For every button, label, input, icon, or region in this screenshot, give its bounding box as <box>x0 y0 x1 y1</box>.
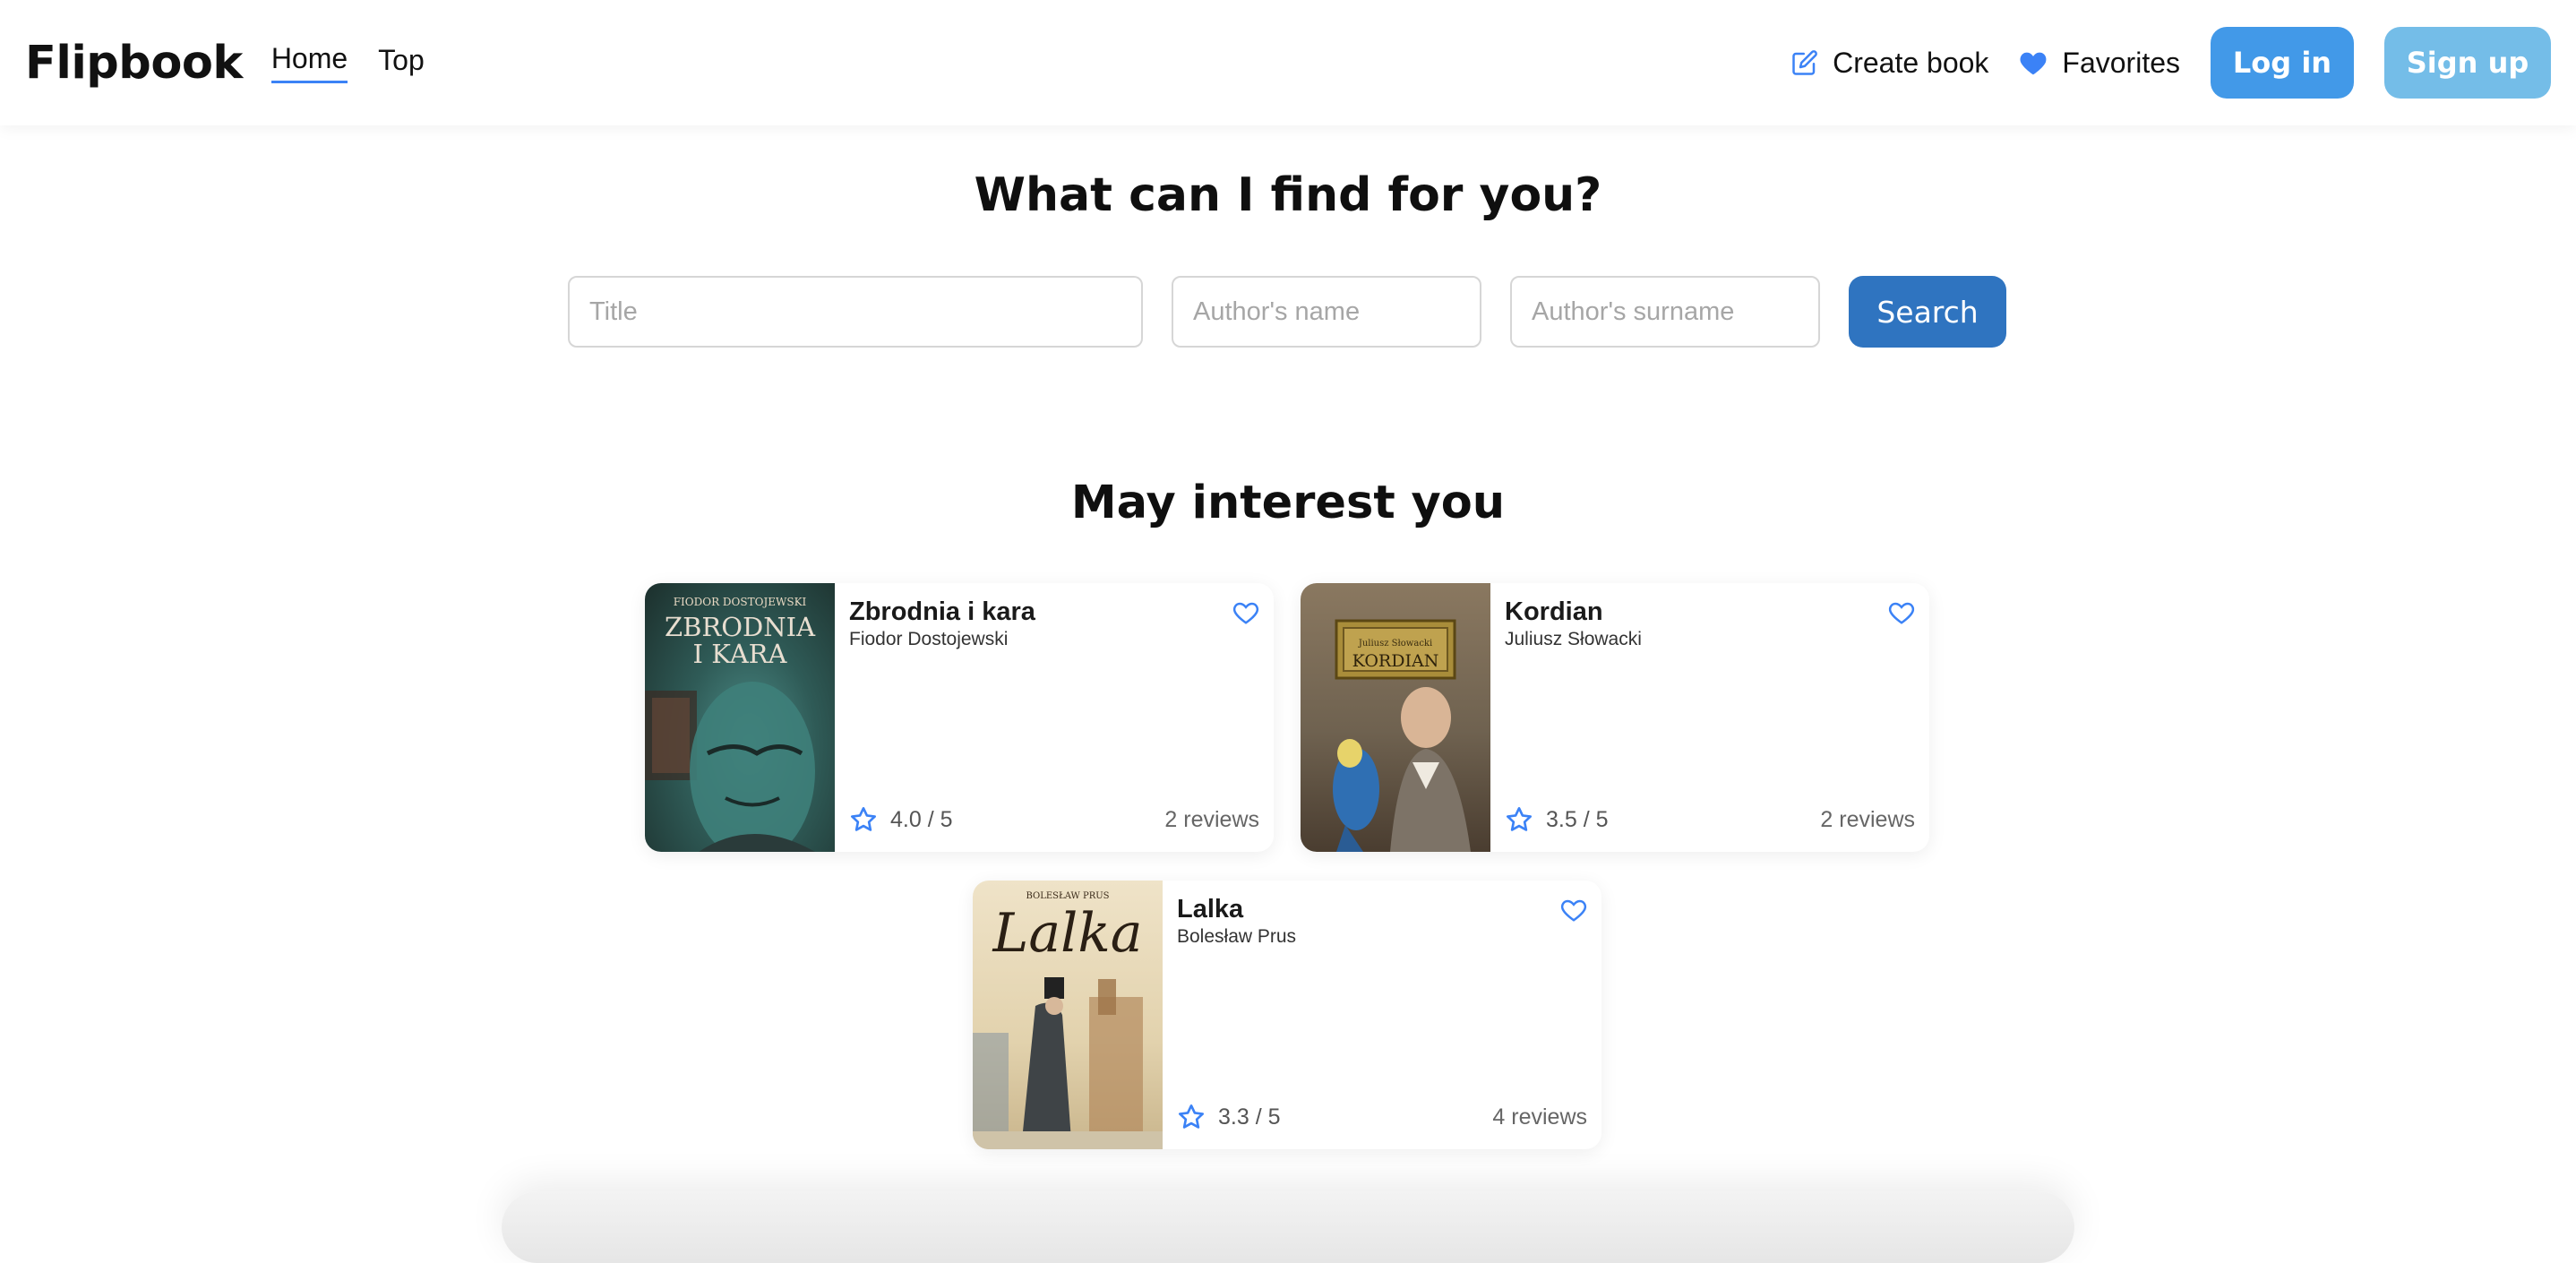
cover-author-text: FIODOR DOSTOJEWSKI <box>673 596 807 608</box>
book-title[interactable]: Lalka <box>1177 895 1587 924</box>
book-reviews[interactable]: 2 reviews <box>1820 807 1915 833</box>
book-rating: 4.0 / 5 <box>890 806 953 832</box>
search-button[interactable]: Search <box>1849 276 2006 348</box>
book-cover: BOLESŁAW PRUS Lalka <box>973 881 1163 1149</box>
cover-author-text: Juliusz Słowacki <box>1358 639 1433 649</box>
signup-button[interactable]: Sign up <box>2384 27 2551 99</box>
cover-art <box>1333 619 1471 852</box>
heart-outline-icon <box>1888 602 1915 624</box>
login-button[interactable]: Log in <box>2211 27 2354 99</box>
card-footer: 4.0 / 5 2 reviews <box>849 805 1259 834</box>
favorites-button[interactable]: Favorites <box>2019 47 2180 80</box>
book-title[interactable]: Kordian <box>1505 597 1915 627</box>
cover-title-text: KORDIAN <box>1352 651 1439 671</box>
cover-author-text: BOLESŁAW PRUS <box>1026 891 1110 901</box>
heart-outline-icon <box>1232 602 1259 624</box>
card-body: Kordian Juliusz Słowacki 3.5 / 5 2 revie… <box>1490 583 1929 852</box>
favorite-toggle-button[interactable] <box>1231 597 1261 628</box>
logo[interactable]: Flipbook <box>25 37 243 90</box>
nav-top-link[interactable]: Top <box>378 44 425 82</box>
favorites-label: Favorites <box>2062 46 2180 79</box>
card-footer: 3.5 / 5 2 reviews <box>1505 805 1915 834</box>
card-footer: 3.3 / 5 4 reviews <box>1177 1103 1587 1131</box>
heart-outline-icon <box>1560 899 1587 922</box>
star-icon <box>1507 807 1532 831</box>
book-card-lalka[interactable]: BOLESŁAW PRUS Lalka Lalka Bolesław Prus … <box>973 881 1601 1149</box>
author-name-input[interactable] <box>1172 276 1481 348</box>
book-author: Fiodor Dostojewski <box>849 629 1009 649</box>
book-rating: 3.5 / 5 <box>1546 806 1609 832</box>
bottom-section-edge <box>502 1191 2074 1263</box>
cover-title-text: Lalka <box>992 902 1143 965</box>
favorite-toggle-button[interactable] <box>1558 895 1589 925</box>
book-author: Bolesław Prus <box>1177 926 1297 947</box>
author-surname-input[interactable] <box>1510 276 1820 348</box>
card-body: Lalka Bolesław Prus 3.3 / 5 4 reviews <box>1163 881 1601 1149</box>
title-input[interactable] <box>568 276 1143 348</box>
book-author: Juliusz Słowacki <box>1505 629 1642 649</box>
search-headline: What can I find for you? <box>974 168 1602 222</box>
recommendations-title: May interest you <box>1070 477 1506 529</box>
top-navbar: Flipbook Home Top Create book Favorites … <box>0 0 2576 125</box>
edit-icon <box>1792 50 1817 75</box>
card-body: Zbrodnia i kara Fiodor Dostojewski 4.0 /… <box>835 583 1274 852</box>
cover-title-text-2: I KARA <box>692 639 787 669</box>
search-form: Search <box>568 276 2006 348</box>
star-icon <box>1179 1104 1204 1129</box>
book-rating: 3.3 / 5 <box>1218 1104 1281 1130</box>
cover-title-text: ZBRODNIA <box>664 612 816 642</box>
book-title[interactable]: Zbrodnia i kara <box>849 597 1259 627</box>
book-reviews[interactable]: 4 reviews <box>1492 1104 1587 1130</box>
book-cover: Juliusz Słowacki KORDIAN <box>1301 583 1490 852</box>
book-cover: FIODOR DOSTOJEWSKI ZBRODNIA I KARA <box>645 583 835 852</box>
book-card-zbrodnia[interactable]: FIODOR DOSTOJEWSKI ZBRODNIA I KARA Zbrod… <box>645 583 1274 852</box>
heart-icon <box>2020 52 2047 75</box>
create-book-label: Create book <box>1833 46 1989 79</box>
star-icon <box>851 807 876 831</box>
nav-home-link[interactable]: Home <box>270 42 348 83</box>
create-book-button[interactable]: Create book <box>1791 47 1988 80</box>
favorite-toggle-button[interactable] <box>1886 597 1917 628</box>
book-card-kordian[interactable]: Juliusz Słowacki KORDIAN Kordian Juliusz… <box>1301 583 1929 852</box>
book-reviews[interactable]: 2 reviews <box>1164 807 1259 833</box>
